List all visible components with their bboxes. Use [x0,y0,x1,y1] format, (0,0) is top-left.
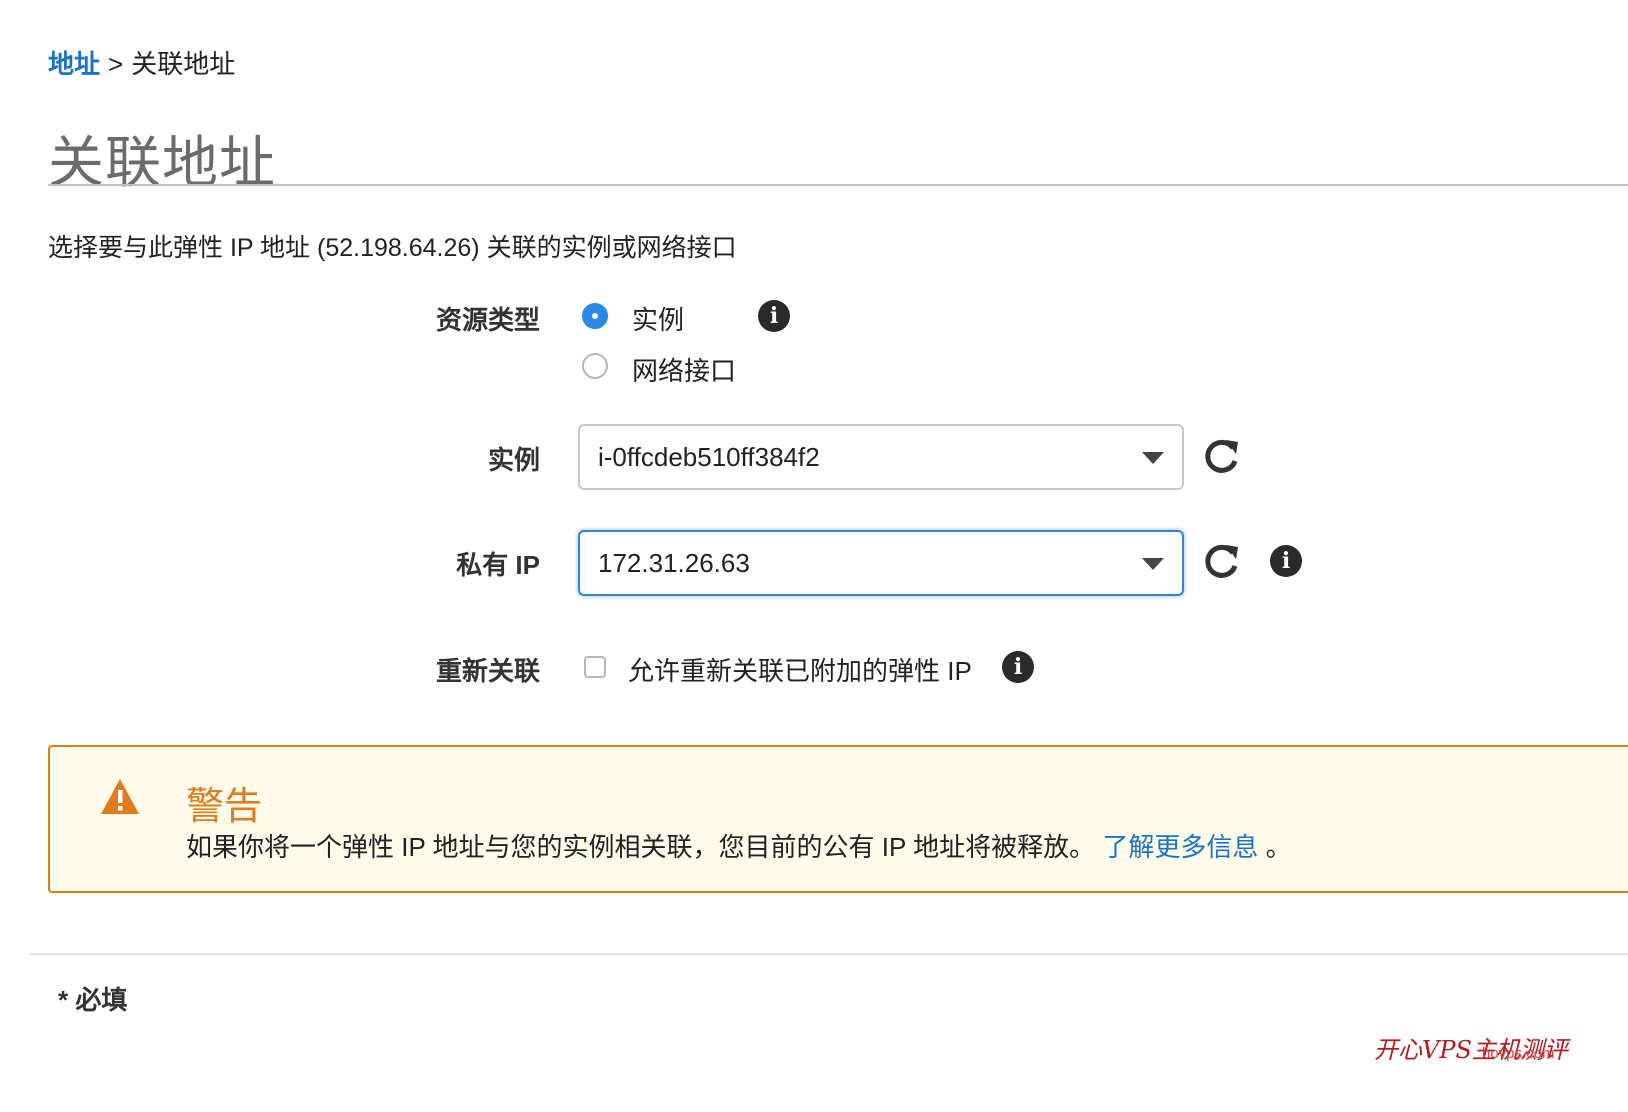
radio-network-interface-label[interactable]: 网络接口 [632,351,736,388]
breadcrumb-separator: > [108,49,123,79]
instance-label: 实例 [488,440,540,477]
warning-icon [100,777,140,817]
instance-select-value: i-0ffcdeb510ff384f2 [598,442,820,473]
private-ip-select[interactable]: 172.31.26.63 [578,530,1184,596]
learn-more-link[interactable]: 了解更多信息 [1102,832,1258,862]
refresh-icon[interactable] [1202,541,1242,581]
chevron-down-icon [1142,558,1164,570]
breadcrumb-link-addresses[interactable]: 地址 [48,49,100,79]
radio-network-interface[interactable] [582,353,608,379]
instance-select[interactable]: i-0ffcdeb510ff384f2 [578,424,1184,490]
private-ip-select-value: 172.31.26.63 [598,548,750,579]
reassociate-label: 重新关联 [436,651,540,688]
required-note: * 必填 [58,980,127,1017]
chevron-down-icon [1142,452,1164,464]
resource-type-label: 资源类型 [436,300,540,337]
resource-type-info-icon[interactable]: i [758,300,790,332]
private-ip-label: 私有 IP [456,545,540,582]
radio-instance[interactable] [582,303,608,329]
footer-divider [30,953,1628,955]
warning-text: 如果你将一个弹性 IP 地址与您的实例相关联，您目前的公有 IP 地址将被释放。 [186,832,1095,862]
private-ip-info-icon[interactable]: i [1270,545,1302,577]
breadcrumb-current: 关联地址 [131,49,235,79]
warning-alert: 警告 如果你将一个弹性 IP 地址与您的实例相关联，您目前的公有 IP 地址将被… [48,745,1628,893]
reassociate-checkbox[interactable] [584,656,606,678]
warning-title: 警告 [186,775,262,830]
watermark-url: hovps.com [1482,1045,1555,1062]
page-title: 关联地址 [48,118,276,199]
title-divider [48,184,1628,186]
warning-suffix: 。 [1258,832,1291,862]
refresh-icon[interactable] [1202,436,1242,476]
warning-message: 如果你将一个弹性 IP 地址与您的实例相关联，您目前的公有 IP 地址将被释放。… [186,827,1292,864]
breadcrumb: 地址 > 关联地址 [48,44,235,81]
reassociate-checkbox-label[interactable]: 允许重新关联已附加的弹性 IP [628,651,972,688]
description-text: 选择要与此弹性 IP 地址 (52.198.64.26) 关联的实例或网络接口 [48,228,737,264]
radio-instance-label[interactable]: 实例 [632,300,684,337]
reassociate-info-icon[interactable]: i [1002,651,1034,683]
